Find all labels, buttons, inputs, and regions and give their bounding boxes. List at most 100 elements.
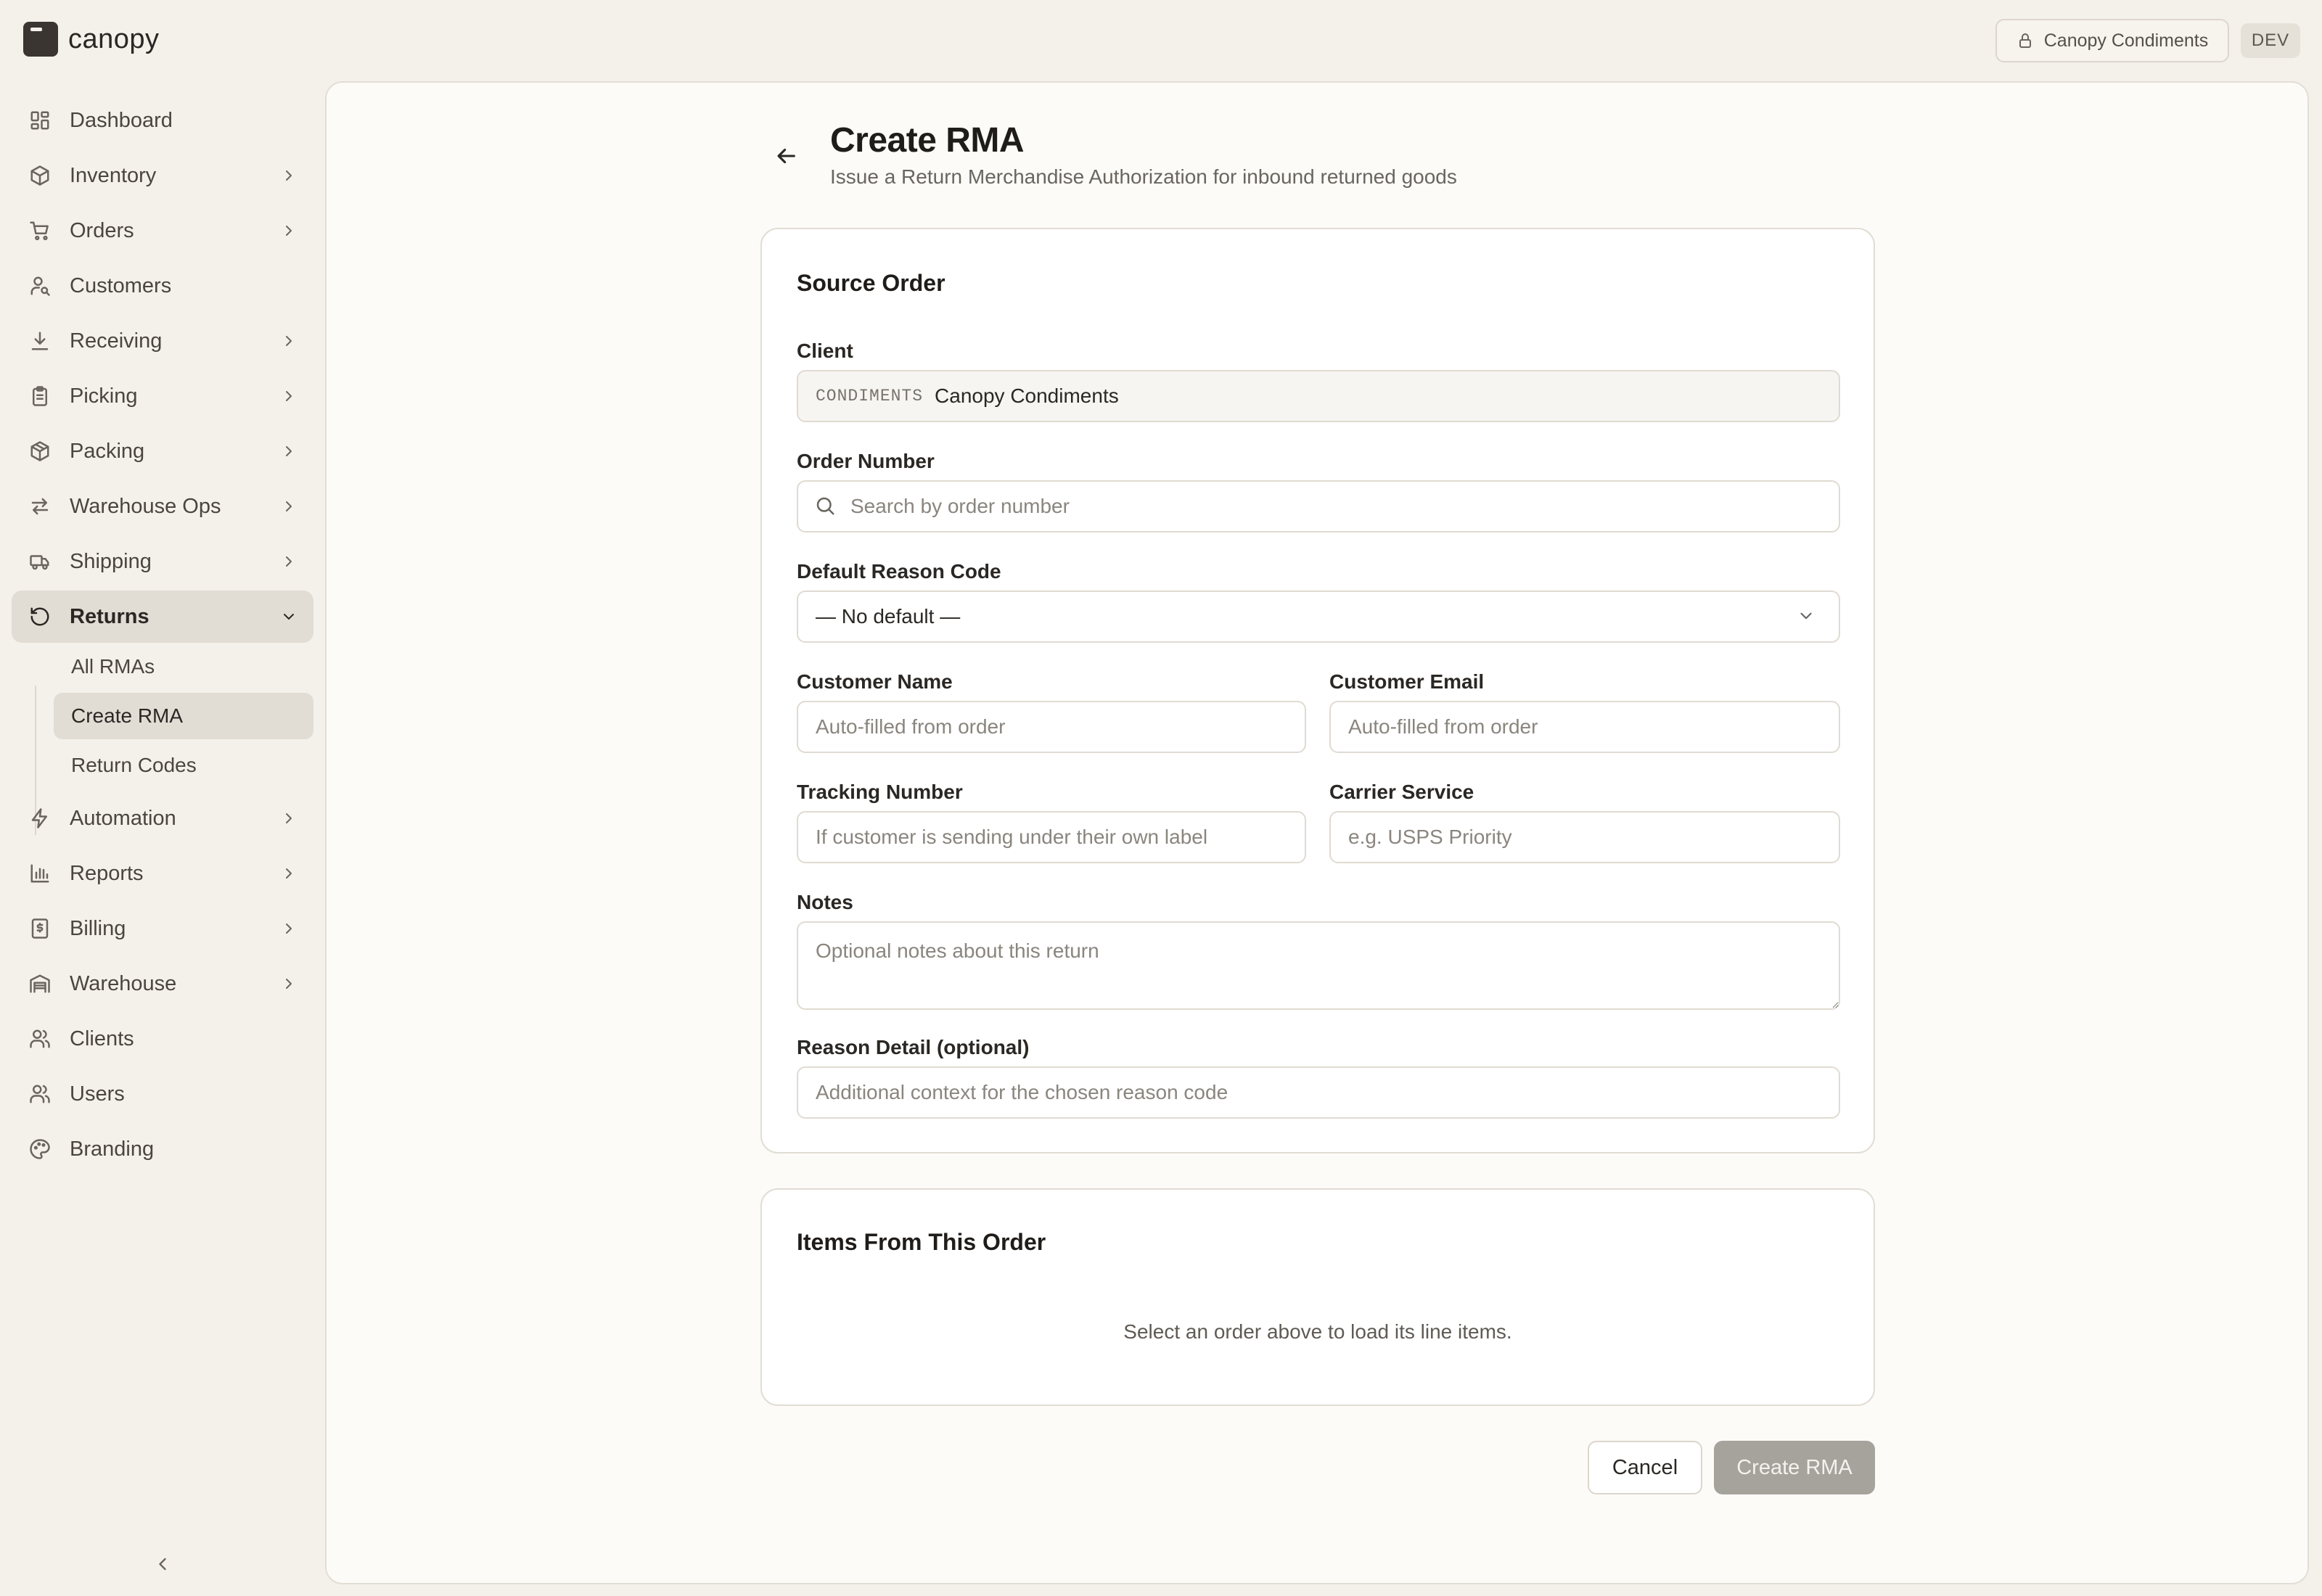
users-icon <box>30 1085 50 1103</box>
reason-code-label: Default Reason Code <box>797 560 1001 583</box>
clipboard-list-icon <box>33 386 47 406</box>
sidebar-item-label: Branding <box>70 1137 155 1161</box>
chevron-right-icon <box>286 868 292 879</box>
sidebar-item-picking[interactable]: Picking <box>12 370 313 422</box>
sidebar-item-shipping[interactable]: Shipping <box>12 535 313 588</box>
customer-email-input[interactable] <box>1329 701 1840 753</box>
customer-name-label: Customer Name <box>797 670 953 693</box>
order-items-card: Items From This Order Select an order ab… <box>760 1188 1875 1406</box>
order-number-search-input[interactable] <box>797 480 1840 532</box>
sidebar-item-label: Inventory <box>70 163 157 187</box>
sidebar-item-label: Customers <box>70 273 172 297</box>
customer-name-input[interactable] <box>797 701 1306 753</box>
sidebar-item-label: Clients <box>70 1027 134 1050</box>
reason-detail-input[interactable] <box>797 1066 1840 1119</box>
sidebar-item-warehouse-ops[interactable]: Warehouse Ops <box>12 480 313 532</box>
tenant-name: Canopy Condiments <box>2043 30 2209 51</box>
sidebar-item-label: Billing <box>70 916 126 940</box>
sidebar-item-billing[interactable]: Billing <box>12 902 313 955</box>
arrows-exchange-icon <box>31 498 49 515</box>
palette-icon <box>30 1139 50 1159</box>
empty-items-message: Select an order above to load its line i… <box>1123 1320 1512 1343</box>
notes-label: Notes <box>797 891 853 913</box>
carrier-service-label: Carrier Service <box>1329 781 1474 803</box>
sidebar-item-label: Receiving <box>70 329 163 353</box>
chevron-down-icon <box>1800 612 1812 620</box>
chevron-right-icon <box>286 336 292 346</box>
sidebar-item-label: Warehouse <box>70 971 177 995</box>
sidebar-item-label: Picking <box>70 384 138 408</box>
lock-icon <box>2019 33 2031 48</box>
cart-icon <box>30 221 49 241</box>
download-icon <box>31 332 49 350</box>
reason-detail-label: Reason Detail (optional) <box>797 1036 1030 1058</box>
package-icon <box>30 441 49 461</box>
sidebar-item-label: Warehouse Ops <box>70 494 221 518</box>
sidebar-item-customers[interactable]: Customers <box>12 260 313 312</box>
reason-code-value: — No default — <box>816 605 961 628</box>
receipt-dollar-icon <box>31 918 49 939</box>
sidebar-item-label: Dashboard <box>70 108 173 132</box>
sidebar-item-packing[interactable]: Packing <box>12 425 313 477</box>
sidebar-item-clients[interactable]: Clients <box>12 1013 313 1065</box>
sidebar-item-branding[interactable]: Branding <box>12 1123 313 1175</box>
chevron-right-icon <box>286 501 292 511</box>
brand-name: canopy <box>68 23 160 54</box>
brand-logo[interactable]: canopy <box>23 22 160 57</box>
cancel-button[interactable]: Cancel <box>1588 1441 1702 1494</box>
sidebar-subitem-return-codes[interactable]: Return Codes <box>54 742 313 789</box>
chevron-right-icon <box>286 170 292 181</box>
tenant-switcher-button[interactable]: Canopy Condiments <box>1995 19 2229 62</box>
sidebar-item-label: Users <box>70 1082 125 1106</box>
create-rma-button[interactable]: Create RMA <box>1714 1441 1875 1494</box>
truck-icon <box>30 555 49 570</box>
card-title: Source Order <box>797 270 945 296</box>
client-label: Client <box>797 340 853 362</box>
chevron-down-icon <box>284 614 294 620</box>
lightning-icon <box>31 808 47 828</box>
page-subtitle: Issue a Return Merchandise Authorization… <box>830 165 1457 188</box>
client-code: CONDIMENTS <box>816 387 924 406</box>
sidebar-item-automation[interactable]: Automation <box>12 792 313 844</box>
search-icon <box>816 497 834 515</box>
sidebar-item-orders[interactable]: Orders <box>12 205 313 257</box>
sidebar-item-label: Automation <box>70 806 176 830</box>
collapse-sidebar-icon[interactable] <box>152 1554 173 1574</box>
chevron-right-icon <box>286 556 292 567</box>
sidebar-item-label: Reports <box>70 861 144 885</box>
chevron-right-icon <box>286 226 292 236</box>
sidebar-subitem-create-rma[interactable]: Create RMA <box>54 693 313 739</box>
users-icon <box>30 1029 50 1048</box>
sidebar-item-inventory[interactable]: Inventory <box>12 149 313 202</box>
sidebar-item-dashboard[interactable]: Dashboard <box>12 94 313 147</box>
sidebar-item-warehouse[interactable]: Warehouse <box>12 958 313 1010</box>
sidebar-item-receiving[interactable]: Receiving <box>12 315 313 367</box>
page-title: Create RMA <box>830 121 1025 160</box>
notes-textarea[interactable] <box>797 921 1840 1010</box>
chevron-right-icon <box>286 446 292 456</box>
chevron-right-icon <box>286 813 292 823</box>
sidebar-item-reports[interactable]: Reports <box>12 847 313 900</box>
rotate-ccw-icon <box>30 607 49 626</box>
bar-chart-icon <box>30 864 49 883</box>
chevron-right-icon <box>286 924 292 934</box>
warehouse-icon <box>30 974 50 993</box>
canopy-logo-icon <box>23 22 58 57</box>
chevron-right-icon <box>286 391 292 401</box>
sidebar-subitem-all-rmas[interactable]: All RMAs <box>54 643 313 690</box>
sidebar-item-label: Packing <box>70 439 145 463</box>
customer-email-label: Customer Email <box>1329 670 1485 693</box>
sidebar-item-label: Orders <box>70 218 134 242</box>
box-icon <box>30 165 49 186</box>
sidebar: Dashboard Inventory Orders Customers Rec… <box>0 94 325 1596</box>
tracking-number-input[interactable] <box>797 811 1306 863</box>
back-arrow-icon[interactable] <box>774 144 798 168</box>
reason-code-select[interactable]: — No default — <box>797 591 1840 643</box>
sidebar-item-users[interactable]: Users <box>12 1068 313 1120</box>
user-search-icon <box>30 276 50 296</box>
carrier-service-input[interactable] <box>1329 811 1840 863</box>
dashboard-icon <box>30 111 49 130</box>
sidebar-item-label: Returns <box>70 604 149 628</box>
top-bar: canopy Canopy Condiments DEV <box>0 0 2322 81</box>
sidebar-item-returns[interactable]: Returns <box>12 591 313 643</box>
